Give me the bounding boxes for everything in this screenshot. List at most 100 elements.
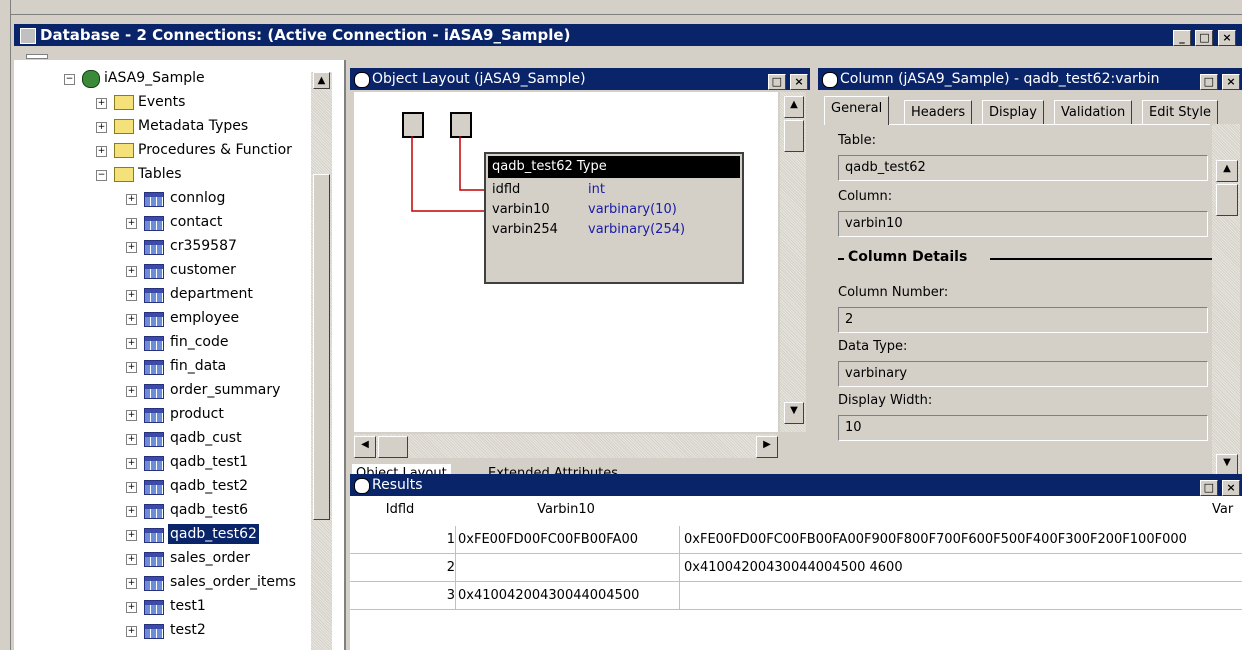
expand-icon[interactable]: + — [126, 266, 137, 277]
table-row[interactable]: 1 0xFE00FD00FC00FB00FA00 0xFE00FD00FC00FB0… — [350, 526, 1242, 554]
tree-table-fin_data[interactable]: + fin_data — [124, 354, 304, 378]
cell-varbin10[interactable]: 0xFE00FD00FC00FB00FA00 — [456, 526, 680, 554]
cell-varbin254[interactable]: 0xFE00FD00FC00FB00FA00F900F800F700F600F5… — [680, 526, 1242, 554]
cell-varbin254[interactable] — [680, 582, 1242, 610]
cell-idfld[interactable]: 1 — [350, 526, 456, 554]
cell-varbin10[interactable]: 0x41004200430044004500 — [456, 582, 680, 610]
cell-idfld[interactable]: 2 — [350, 554, 456, 582]
display-width-field[interactable]: 10 — [838, 415, 1208, 441]
tree-table-qadb_test2[interactable]: + qadb_test2 — [124, 474, 304, 498]
expand-icon[interactable]: + — [126, 626, 137, 637]
tab-general[interactable]: General — [824, 96, 890, 125]
expand-icon[interactable]: + — [126, 578, 137, 589]
tab-headers[interactable]: Headers — [904, 100, 973, 125]
header-varbin254[interactable]: Var — [1212, 496, 1242, 524]
tree-table-qadb_cust[interactable]: + qadb_cust — [124, 426, 304, 450]
table-box[interactable]: qadb_test62 Type idfld int varbin10 varbina… — [484, 152, 744, 284]
tab-validation[interactable]: Validation — [1054, 100, 1133, 125]
maximize-button[interactable]: □ — [1195, 30, 1214, 46]
maximize-button[interactable]: □ — [1199, 480, 1218, 496]
header-varbin10[interactable]: Varbin10 — [460, 496, 672, 524]
tree-table-sales_order[interactable]: + sales_order — [124, 546, 304, 570]
tree-folder[interactable]: + Procedures & Functior — [94, 138, 314, 162]
header-idfld[interactable]: Idfld — [370, 496, 430, 524]
column-number-field[interactable]: 2 — [838, 307, 1208, 333]
results-grid[interactable]: Idfld Varbin10 Var 1 0xFE00FD00FC00FB00FA… — [350, 496, 1242, 650]
expand-icon[interactable]: + — [96, 146, 107, 157]
tree-table-department[interactable]: + department — [124, 282, 304, 306]
tree-scrollbar[interactable]: ▲ — [311, 72, 332, 650]
expand-icon[interactable]: + — [126, 362, 137, 373]
tree-table-contact[interactable]: + contact — [124, 210, 304, 234]
tree-folder[interactable]: − Tables — [94, 162, 314, 186]
close-button[interactable]: × — [1222, 480, 1240, 496]
column-panel-titlebar[interactable]: Column (jASA9_Sample) - qadb_test62:varb… — [818, 68, 1242, 90]
expand-icon[interactable]: + — [126, 338, 137, 349]
tree-root[interactable]: − iASA9_Sample — [60, 66, 300, 90]
object-layout-vscroll[interactable]: ▲ ▼ — [780, 92, 806, 432]
scroll-left-button[interactable]: ◀ — [354, 436, 376, 458]
tree-table-connlog[interactable]: + connlog — [124, 186, 304, 210]
scroll-up-button[interactable]: ▲ — [784, 96, 804, 118]
tree-table-test1[interactable]: + test1 — [124, 594, 304, 618]
table-box-column[interactable]: idfld int — [492, 182, 738, 202]
expand-icon[interactable]: + — [126, 602, 137, 613]
expand-icon[interactable]: + — [126, 242, 137, 253]
expand-icon[interactable]: + — [126, 554, 137, 565]
expand-icon[interactable]: + — [126, 530, 137, 541]
data-type-field[interactable]: varbinary — [838, 361, 1208, 387]
tree-folder[interactable]: + Metadata Types — [94, 114, 314, 138]
tree-table-fin_code[interactable]: + fin_code — [124, 330, 304, 354]
scroll-right-button[interactable]: ▶ — [756, 436, 778, 458]
scroll-thumb[interactable] — [784, 120, 804, 152]
scroll-up-button[interactable]: ▲ — [1216, 160, 1238, 182]
expand-icon[interactable]: + — [126, 506, 137, 517]
expand-icon[interactable]: + — [126, 314, 137, 325]
expand-icon[interactable]: + — [126, 290, 137, 301]
expand-icon[interactable]: + — [96, 98, 107, 109]
scroll-thumb[interactable] — [378, 436, 408, 458]
minimize-button[interactable]: _ — [1172, 30, 1191, 46]
expand-icon[interactable]: + — [96, 122, 107, 133]
tree-table-customer[interactable]: + customer — [124, 258, 304, 282]
collapse-icon[interactable]: − — [64, 74, 75, 85]
tree-table-sales_order_items[interactable]: + sales_order_items — [124, 570, 304, 594]
maximize-button[interactable]: □ — [1199, 74, 1218, 90]
close-button[interactable]: × — [790, 74, 808, 90]
table-box-column[interactable]: varbin254 varbinary(254) — [492, 222, 738, 242]
cell-idfld[interactable]: 3 — [350, 582, 456, 610]
close-button[interactable]: × — [1218, 30, 1236, 46]
object-layout-canvas[interactable]: qadb_test62 Type idfld int varbin10 varbina… — [354, 92, 778, 432]
cell-varbin10[interactable] — [456, 554, 680, 582]
tab-edit-style[interactable]: Edit Style — [1142, 100, 1218, 125]
tree-folder[interactable]: + Events — [94, 90, 314, 114]
table-box-column[interactable]: varbin10 varbinary(10) — [492, 202, 738, 222]
object-layout-hscroll[interactable]: ◀ ▶ — [354, 434, 778, 458]
scroll-up-button[interactable]: ▲ — [313, 72, 330, 89]
close-button[interactable]: × — [1222, 74, 1240, 90]
column-panel-vscroll[interactable]: ▲ ▼ — [1212, 124, 1240, 486]
object-layout-titlebar[interactable]: Object Layout (jASA9_Sample) □ × — [350, 68, 810, 90]
results-titlebar[interactable]: Results □ × — [350, 474, 1242, 496]
tree-table-test2[interactable]: + test2 — [124, 618, 304, 642]
tree-table-qadb_test1[interactable]: + qadb_test1 — [124, 450, 304, 474]
column-field[interactable]: varbin10 — [838, 211, 1208, 237]
tree-table-employee[interactable]: + employee — [124, 306, 304, 330]
expand-icon[interactable]: + — [126, 218, 137, 229]
tab-display[interactable]: Display — [982, 100, 1044, 125]
tree-table-product[interactable]: + product — [124, 402, 304, 426]
table-row[interactable]: 3 0x41004200430044004500 — [350, 582, 1242, 610]
tree-table-qadb_test62[interactable]: + qadb_test62 — [124, 522, 304, 546]
tree-table-order_summary[interactable]: + order_summary — [124, 378, 304, 402]
scroll-down-button[interactable]: ▼ — [784, 402, 804, 424]
expand-icon[interactable]: + — [126, 458, 137, 469]
scroll-down-button[interactable]: ▼ — [1216, 454, 1238, 476]
scroll-thumb[interactable] — [1216, 184, 1238, 216]
cell-varbin254[interactable]: 0x41004200430044004500 4600 — [680, 554, 1242, 582]
expand-icon[interactable]: + — [126, 434, 137, 445]
expand-icon[interactable]: + — [126, 194, 137, 205]
expand-icon[interactable]: + — [126, 386, 137, 397]
table-row[interactable]: 2 0x41004200430044004500 4600 — [350, 554, 1242, 582]
scroll-thumb[interactable] — [313, 174, 330, 520]
expand-icon[interactable]: + — [126, 482, 137, 493]
